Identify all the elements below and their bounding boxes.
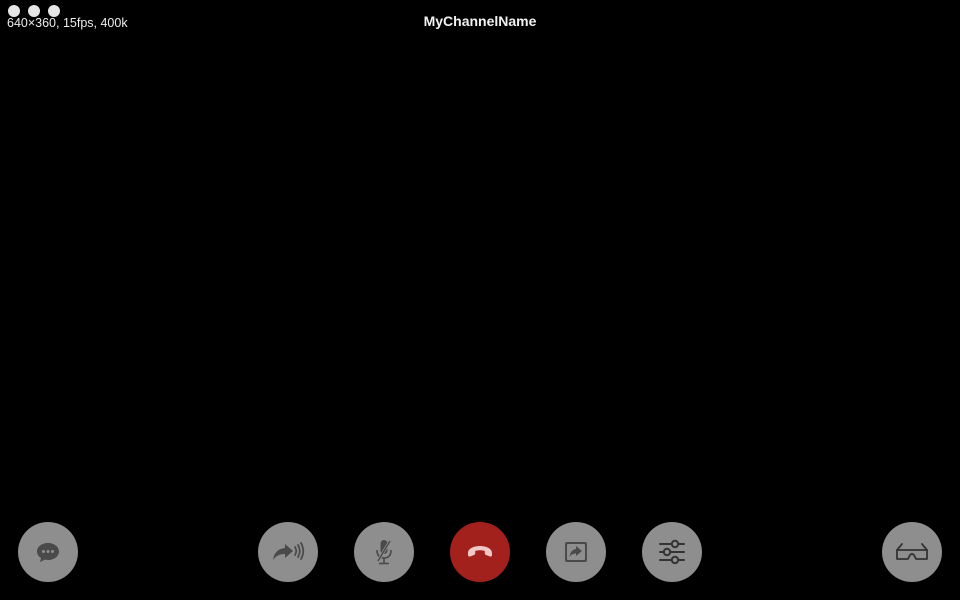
share-broadcast-icon bbox=[273, 542, 305, 560]
mute-button[interactable] bbox=[354, 522, 414, 582]
3d-glasses-icon bbox=[896, 543, 928, 560]
chat-bubble-icon bbox=[37, 543, 59, 562]
screen-share-button[interactable] bbox=[546, 522, 606, 582]
phone-hangup-icon bbox=[468, 546, 492, 557]
microphone-off-icon bbox=[376, 540, 392, 565]
channel-title: MyChannelName bbox=[423, 13, 537, 29]
chat-button[interactable] bbox=[18, 522, 78, 582]
hangup-button[interactable] bbox=[450, 522, 510, 582]
settings-button[interactable] bbox=[642, 522, 702, 582]
stereo-3d-button[interactable] bbox=[882, 522, 942, 582]
sliders-icon bbox=[659, 539, 685, 565]
screen-share-icon bbox=[565, 542, 587, 562]
broadcast-button[interactable] bbox=[258, 522, 318, 582]
call-window: 640×360, 15fps, 400k MyChannelName bbox=[0, 0, 960, 600]
video-area bbox=[0, 40, 960, 510]
